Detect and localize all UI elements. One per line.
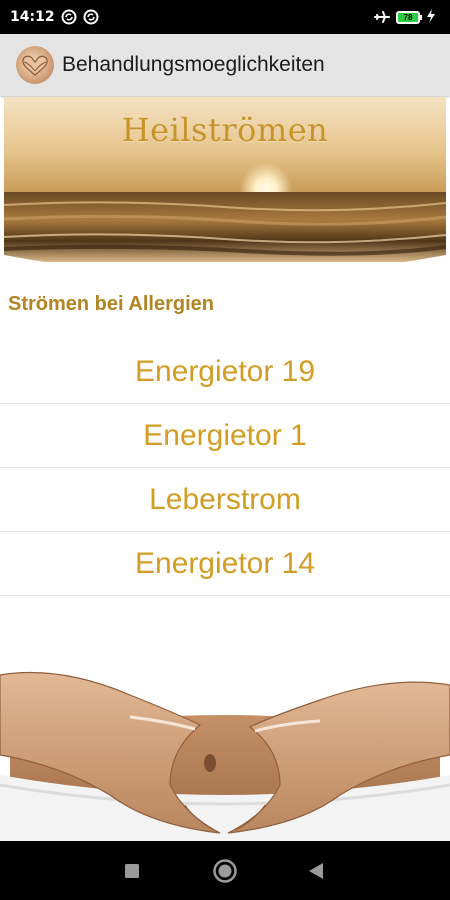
heart-hands-image <box>0 655 450 841</box>
battery-icon: 78 <box>396 10 422 24</box>
battery-level: 78 <box>403 12 413 22</box>
list-item-leberstrom[interactable]: Leberstrom <box>0 468 450 532</box>
home-circle-icon[interactable] <box>208 857 242 885</box>
heart-hands-logo-icon <box>16 46 54 84</box>
heilstroemen-banner: Heilströmen <box>4 97 446 281</box>
app-title: Behandlungsmoeglichkeiten <box>62 53 325 76</box>
navigation-bar <box>0 841 450 900</box>
sync-icon <box>83 9 99 25</box>
airplane-mode-icon <box>374 9 390 25</box>
recents-square-icon[interactable] <box>118 861 146 881</box>
status-bar-right: 78 <box>374 9 442 25</box>
treatment-list: Energietor 19 Energietor 1 Leberstrom En… <box>0 340 450 596</box>
app-bar: Behandlungsmoeglichkeiten <box>0 34 450 96</box>
list-item-energietor-19[interactable]: Energietor 19 <box>0 340 450 404</box>
status-bar: 14:12 78 <box>0 0 450 34</box>
back-triangle-icon[interactable] <box>302 859 330 883</box>
list-item-energietor-1[interactable]: Energietor 1 <box>0 404 450 468</box>
section-title: Strömen bei Allergien <box>8 293 214 315</box>
status-bar-left: 14:12 <box>10 9 99 25</box>
list-item-energietor-14[interactable]: Energietor 14 <box>0 532 450 596</box>
charging-icon <box>426 9 442 25</box>
status-time: 14:12 <box>10 9 55 25</box>
banner-title: Heilströmen <box>121 111 329 149</box>
sync-icon <box>61 9 77 25</box>
